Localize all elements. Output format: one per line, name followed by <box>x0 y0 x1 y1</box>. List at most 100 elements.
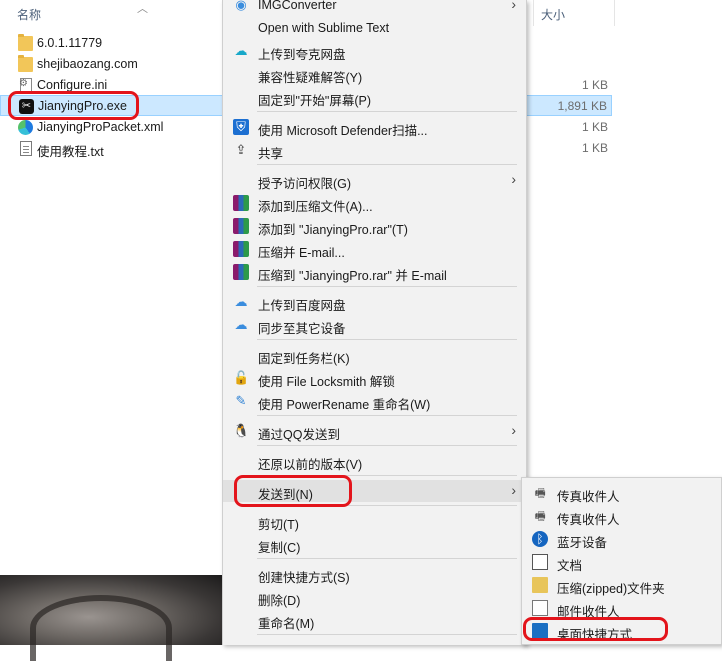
fax-icon: 🖷 <box>534 509 546 523</box>
menu-item-label: 复制(C) <box>258 541 301 555</box>
quark-cloud-icon: ☁ <box>234 43 248 58</box>
menu-item-label: 使用 PowerRename 重命名(W) <box>258 398 431 412</box>
menu-item-label: 使用 File Locksmith 解锁 <box>258 375 395 389</box>
highlight-ring-file <box>8 91 139 120</box>
menu-item-imgconverter[interactable]: ◉ IMGConverter › <box>223 0 526 16</box>
menu-item-upload-baidu[interactable]: ☁ 上传到百度网盘 <box>223 291 526 313</box>
submenu-arrow-icon: › <box>511 0 516 12</box>
submenu-arrow-icon: › <box>511 171 516 187</box>
menu-item-label: 通过QQ发送到 <box>258 428 340 442</box>
menu-item-compress-rar-email[interactable]: 压缩到 "JianyingPro.rar" 并 E-mail <box>223 261 526 283</box>
folder-icon <box>18 34 33 51</box>
menu-separator <box>257 415 517 416</box>
file-name: 使用教程.txt <box>37 145 104 159</box>
menu-item-label: 使用 Microsoft Defender扫描... <box>258 124 428 138</box>
menu-item-label: 上传到夸克网盘 <box>258 48 346 62</box>
menu-separator <box>257 164 517 165</box>
menu-item-sync-devices[interactable]: ☁ 同步至其它设备 <box>223 314 526 336</box>
winrar-icon <box>233 218 249 234</box>
defender-shield-icon: ⛨ <box>233 119 249 135</box>
winrar-icon <box>233 241 249 257</box>
menu-separator <box>257 111 517 112</box>
menu-item-add-to-rar[interactable]: 添加到 "JianyingPro.rar"(T) <box>223 215 526 237</box>
submenu-item-bluetooth[interactable]: ᛒ 蓝牙设备 <box>522 528 721 550</box>
menu-separator <box>257 445 517 446</box>
share-icon: ⇪ <box>235 142 247 157</box>
file-size: 1,891 KB <box>557 99 607 113</box>
baidu-cloud-icon: ☁ <box>234 317 248 332</box>
column-divider[interactable] <box>533 0 534 26</box>
column-divider[interactable] <box>614 0 615 26</box>
menu-item-defender-scan[interactable]: ⛨ 使用 Microsoft Defender扫描... <box>223 116 526 138</box>
menu-item-copy[interactable]: 复制(C) <box>223 533 526 555</box>
submenu-item-mail[interactable]: 邮件收件人 <box>522 597 721 619</box>
menu-item-label: 同步至其它设备 <box>258 322 346 336</box>
menu-item-share[interactable]: ⇪ 共享 <box>223 139 526 161</box>
submenu-item-fax[interactable]: 🖷 传真收件人 <box>522 482 721 504</box>
menu-item-delete[interactable]: 删除(D) <box>223 586 526 608</box>
menu-item-send-qq[interactable]: 🐧 通过QQ发送到 › <box>223 420 526 442</box>
menu-separator <box>257 286 517 287</box>
context-menu: ◉ IMGConverter › Open with Sublime Text … <box>222 0 527 645</box>
mail-icon <box>532 600 548 616</box>
menu-item-label: 兼容性疑难解答(Y) <box>258 71 363 85</box>
menu-item-pin-start[interactable]: 固定到"开始"屏幕(P) <box>223 86 526 108</box>
winrar-icon <box>233 264 249 280</box>
menu-item-restore-versions[interactable]: 还原以前的版本(V) <box>223 450 526 472</box>
menu-item-label: 压缩并 E-mail... <box>258 246 345 260</box>
menu-item-open-sublime[interactable]: Open with Sublime Text <box>223 17 526 39</box>
submenu-item-zip-folder[interactable]: 压缩(zipped)文件夹 <box>522 574 721 596</box>
rename-icon: ✎ <box>235 393 247 408</box>
file-name: Configure.ini <box>37 78 108 92</box>
imgconverter-icon: ◉ <box>235 0 247 12</box>
folder-icon <box>18 55 33 72</box>
menu-item-file-locksmith[interactable]: 🔓 使用 File Locksmith 解锁 <box>223 367 526 389</box>
menu-item-create-shortcut[interactable]: 创建快捷方式(S) <box>223 563 526 585</box>
file-size: 1 KB <box>581 78 608 92</box>
menu-item-label: 上传到百度网盘 <box>258 299 346 313</box>
file-name: 6.0.1.11779 <box>37 36 103 50</box>
menu-item-label: 还原以前的版本(V) <box>258 458 363 472</box>
submenu-item-fax[interactable]: 🖷 传真收件人 <box>522 505 721 527</box>
menu-item-label: 压缩到 "JianyingPro.rar" 并 E-mail <box>258 269 447 283</box>
menu-separator <box>257 558 517 559</box>
menu-item-pin-taskbar[interactable]: 固定到任务栏(K) <box>223 344 526 366</box>
submenu-item-label: 文档 <box>557 559 583 573</box>
submenu-arrow-icon: › <box>511 422 516 438</box>
zip-folder-icon <box>532 577 548 593</box>
menu-item-label: 添加到 "JianyingPro.rar"(T) <box>258 223 408 237</box>
submenu-item-label: 传真收件人 <box>557 490 620 504</box>
submenu-item-documents[interactable]: 文档 <box>522 551 721 573</box>
menu-item-label: 创建快捷方式(S) <box>258 571 350 585</box>
file-name: shejibaozang.com <box>37 57 138 71</box>
bluetooth-icon: ᛒ <box>532 531 548 547</box>
menu-item-label: IMGConverter <box>258 0 337 12</box>
menu-item-add-archive[interactable]: 添加到压缩文件(A)... <box>223 192 526 214</box>
menu-item-power-rename[interactable]: ✎ 使用 PowerRename 重命名(W) <box>223 390 526 412</box>
menu-item-grant-access[interactable]: 授予访问权限(G) › <box>223 169 526 191</box>
desktop-background-image <box>0 575 222 661</box>
menu-item-compat-troubleshoot[interactable]: 兼容性疑难解答(Y) <box>223 63 526 85</box>
file-size: 1 KB <box>581 141 608 155</box>
baidu-cloud-icon: ☁ <box>234 294 248 309</box>
column-size-header[interactable]: 大小 <box>541 6 565 23</box>
menu-separator <box>257 339 517 340</box>
menu-item-label: 固定到任务栏(K) <box>258 352 350 366</box>
documents-icon <box>532 554 548 570</box>
fax-icon: 🖷 <box>534 486 546 500</box>
sort-caret-icon[interactable]: ︿ <box>137 0 148 16</box>
menu-item-upload-quark[interactable]: ☁ 上传到夸克网盘 <box>223 40 526 62</box>
submenu-item-label: 压缩(zipped)文件夹 <box>557 582 665 596</box>
menu-item-compress-email[interactable]: 压缩并 E-mail... <box>223 238 526 260</box>
menu-item-label: 固定到"开始"屏幕(P) <box>258 94 372 108</box>
file-name: JianyingProPacket.xml <box>37 120 164 134</box>
menu-item-label: 删除(D) <box>258 594 301 608</box>
column-name-header[interactable]: 名称 <box>17 6 41 23</box>
qq-icon: 🐧 <box>233 423 250 438</box>
submenu-arrow-icon: › <box>511 482 516 498</box>
menu-item-rename[interactable]: 重命名(M) <box>223 609 526 631</box>
menu-item-cut[interactable]: 剪切(T) <box>223 510 526 532</box>
file-size: 1 KB <box>581 120 608 134</box>
text-file-icon <box>20 141 32 156</box>
menu-separator <box>257 634 517 635</box>
